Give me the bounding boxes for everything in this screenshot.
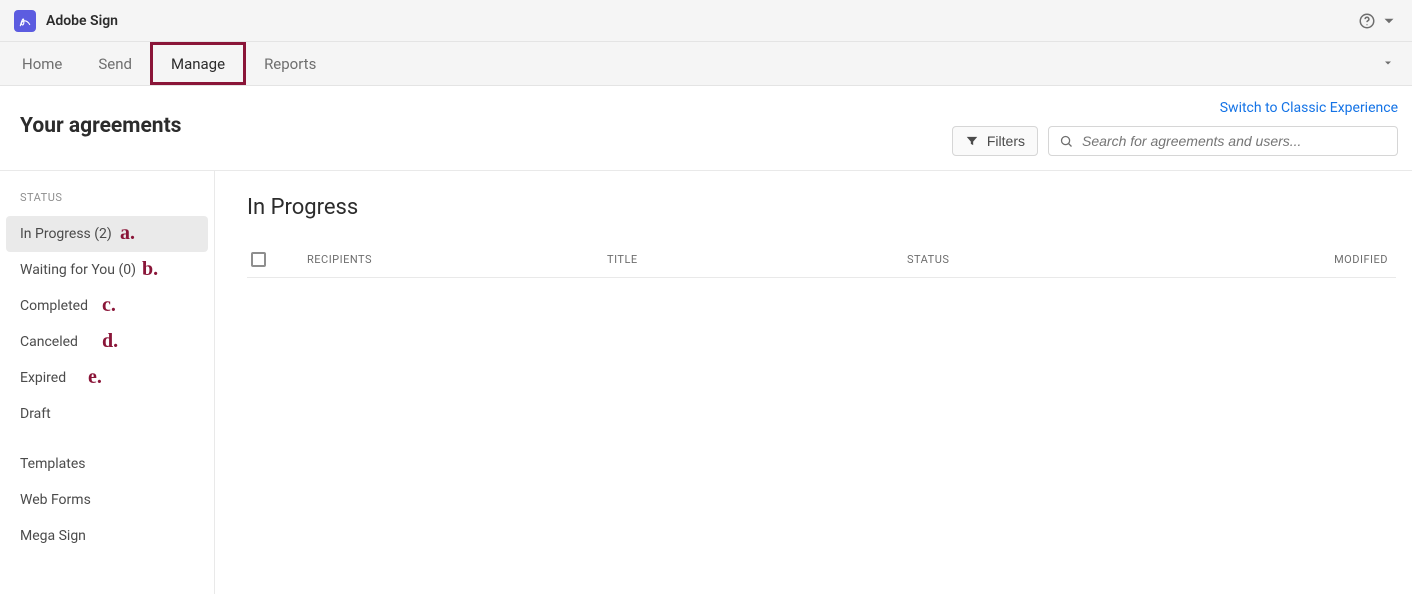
sidebar-item-in-progress[interactable]: In Progress (2) a. bbox=[6, 216, 208, 252]
sidebar: STATUS In Progress (2) a. Waiting for Yo… bbox=[0, 171, 215, 594]
table-head: RECIPIENTS TITLE STATUS MODIFIED bbox=[247, 244, 1396, 278]
filter-icon bbox=[965, 134, 979, 148]
annotation-e: e. bbox=[88, 366, 102, 389]
caret-down-icon bbox=[1380, 12, 1398, 30]
nav-manage[interactable]: Manage bbox=[150, 42, 246, 85]
topbar-left: Adobe Sign bbox=[14, 10, 118, 32]
content-title: In Progress bbox=[247, 195, 1396, 220]
col-title-header[interactable]: TITLE bbox=[607, 253, 907, 266]
main: STATUS In Progress (2) a. Waiting for Yo… bbox=[0, 171, 1412, 594]
col-check bbox=[247, 252, 307, 267]
sidebar-item-label: Completed bbox=[20, 298, 88, 314]
sidebar-item-label: Waiting for You (0) bbox=[20, 262, 136, 278]
content: In Progress RECIPIENTS TITLE STATUS MODI… bbox=[215, 171, 1412, 594]
nav-overflow-button[interactable] bbox=[1382, 54, 1394, 73]
search-input[interactable] bbox=[1082, 133, 1387, 149]
sidebar-item-templates[interactable]: Templates bbox=[6, 446, 208, 482]
adobe-sign-icon bbox=[18, 14, 32, 28]
sidebar-item-draft[interactable]: Draft bbox=[6, 396, 208, 432]
sidebar-status-heading: STATUS bbox=[6, 183, 208, 216]
classic-experience-link[interactable]: Switch to Classic Experience bbox=[1220, 100, 1398, 116]
help-button[interactable] bbox=[1358, 12, 1398, 30]
nav-right bbox=[1382, 42, 1408, 85]
search-icon bbox=[1059, 134, 1074, 149]
annotation-a: a. bbox=[120, 222, 135, 245]
caret-down-icon bbox=[1382, 57, 1394, 69]
col-modified-header[interactable]: MODIFIED bbox=[1286, 253, 1396, 266]
app-name: Adobe Sign bbox=[46, 13, 118, 29]
sidebar-item-label: In Progress (2) bbox=[20, 226, 112, 242]
sidebar-item-expired[interactable]: Expired e. bbox=[6, 360, 208, 396]
annotation-b: b. bbox=[142, 258, 158, 281]
help-icon bbox=[1358, 12, 1376, 30]
filters-label: Filters bbox=[987, 133, 1025, 149]
sidebar-other-group: Templates Web Forms Mega Sign bbox=[6, 432, 208, 554]
select-all-checkbox[interactable] bbox=[251, 252, 266, 267]
col-status-header[interactable]: STATUS bbox=[907, 253, 1286, 266]
nav-items: Home Send Manage Reports bbox=[4, 42, 334, 85]
page-title: Your agreements bbox=[20, 100, 181, 138]
right-tools: Switch to Classic Experience Filters bbox=[952, 100, 1398, 156]
sidebar-item-mega-sign[interactable]: Mega Sign bbox=[6, 518, 208, 554]
sidebar-item-label: Draft bbox=[20, 406, 51, 422]
annotation-d: d. bbox=[102, 330, 118, 353]
tool-row: Filters bbox=[952, 126, 1398, 156]
search-box[interactable] bbox=[1048, 126, 1398, 156]
sidebar-item-label: Canceled bbox=[20, 334, 78, 350]
sidebar-item-canceled[interactable]: Canceled d. bbox=[6, 324, 208, 360]
sidebar-item-web-forms[interactable]: Web Forms bbox=[6, 482, 208, 518]
topbar-right bbox=[1358, 12, 1398, 30]
col-recipients-header[interactable]: RECIPIENTS bbox=[307, 253, 607, 266]
topbar: Adobe Sign bbox=[0, 0, 1412, 42]
app-logo bbox=[14, 10, 36, 32]
sidebar-item-label: Expired bbox=[20, 370, 66, 386]
annotation-c: c. bbox=[102, 294, 116, 317]
subheader: Your agreements Switch to Classic Experi… bbox=[0, 86, 1412, 171]
navbar: Home Send Manage Reports bbox=[0, 42, 1412, 86]
nav-home[interactable]: Home bbox=[4, 42, 80, 85]
sidebar-item-waiting[interactable]: Waiting for You (0) b. bbox=[6, 252, 208, 288]
filters-button[interactable]: Filters bbox=[952, 126, 1038, 156]
nav-reports[interactable]: Reports bbox=[246, 42, 334, 85]
nav-send[interactable]: Send bbox=[80, 42, 150, 85]
sidebar-item-completed[interactable]: Completed c. bbox=[6, 288, 208, 324]
